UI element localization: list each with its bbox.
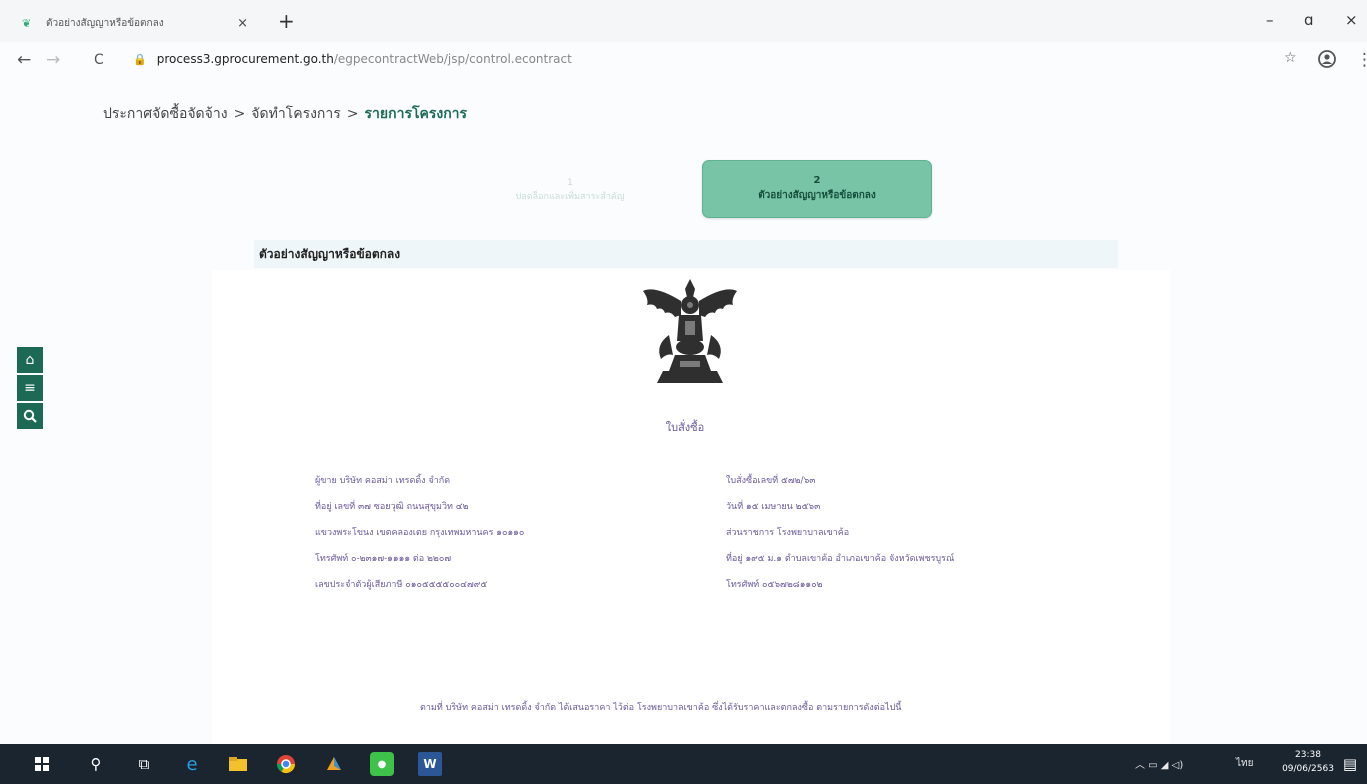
seller-line: เลขประจำตัวผู้เสียภาษี ๐๑๐๕๕๕๕๐๐๔๗๙๕ (315, 580, 488, 590)
breadcrumb-separator: > (233, 106, 246, 122)
file-explorer-icon[interactable] (226, 752, 250, 776)
url-field[interactable]: 🔒 process3.gprocurement.go.th/egpecontra… (133, 52, 572, 66)
forward-button[interactable]: → (46, 50, 60, 70)
breadcrumb-item-announcement[interactable]: ประกาศจัดซื้อจัดจ้าง (103, 106, 228, 122)
app-icon[interactable] (322, 752, 346, 776)
line-app-icon[interactable]: ● (370, 752, 394, 776)
windows-start-icon[interactable] (30, 752, 54, 776)
order-line: ใบสั่งซื้อเลขที่ ๕๗๒/๖๓ (726, 476, 816, 486)
bookmark-star-icon[interactable]: ☆ (1284, 50, 1297, 66)
garuda-emblem-icon (635, 275, 745, 390)
breadcrumb: ประกาศจัดซื้อจัดจ้าง > จัดทำโครงการ > รายการ… (103, 103, 467, 125)
order-line: โทรศัพท์ ๐๕๖๗๒๘๑๑๐๒ (726, 580, 823, 590)
step-2-active[interactable]: 2 ตัวอย่างสัญญาหรือข้อตกลง (702, 160, 932, 218)
seller-line: โทรศัพท์ ๐-๒๓๑๗-๑๑๑๑ ต่อ ๒๒๐๗ (315, 554, 452, 564)
breadcrumb-item-project[interactable]: จัดทำโครงการ (251, 106, 340, 122)
profile-icon[interactable] (1318, 50, 1336, 73)
seller-info: ผู้ขาย บริษัท คอสม่า เทรดดิ้ง จำกัด ที่อ… (315, 468, 524, 598)
seller-line: ผู้ขาย บริษัท คอสม่า เทรดดิ้ง จำกัด (315, 476, 451, 486)
order-line: วันที่ ๑๕ เมษายน ๒๕๖๓ (726, 502, 821, 512)
maximize-button[interactable]: ɑ (1304, 12, 1314, 28)
step-2-label: ตัวอย่างสัญญาหรือข้อตกลง (758, 190, 876, 201)
notification-icon[interactable]: ▤ (1338, 752, 1362, 776)
tray-icons[interactable]: ︿ ▭ ◢ ◁) (1135, 756, 1183, 771)
back-button[interactable]: ← (17, 50, 31, 70)
system-clock[interactable]: 23:38 09/06/2563 (1278, 748, 1338, 776)
minimize-button[interactable]: – (1266, 12, 1274, 28)
step-1-label: ปลดล็อกและเพิ่มสาระสำคัญ (515, 192, 625, 202)
menu-icon[interactable]: ≡ (17, 375, 43, 401)
new-tab-button[interactable]: + (278, 11, 295, 31)
input-language[interactable]: ไทย (1236, 756, 1253, 771)
step-2-number: 2 (813, 175, 821, 186)
step-1-number: 1 (567, 178, 573, 188)
breadcrumb-current: รายการโครงการ (364, 106, 468, 122)
tab-close-icon[interactable]: × (237, 16, 248, 31)
order-info: ใบสั่งซื้อเลขที่ ๕๗๒/๖๓ วันที่ ๑๕ เมษายน… (726, 468, 954, 598)
tab-title: ตัวอย่างสัญญาหรือข้อตกลง (46, 17, 164, 29)
url-path: /egpecontractWeb/jsp/control.econtract (333, 52, 572, 66)
task-view-icon[interactable]: ⧉ (132, 752, 156, 776)
side-button-group: ⌂ ≡ (17, 347, 43, 431)
order-line: ที่อยู่ ๑๙๕ ม.๑ ตำบลเขาค้อ อำเภอเขาค้อ จ… (726, 554, 955, 564)
clock-time: 23:38 (1295, 750, 1321, 760)
edge-icon[interactable]: e (180, 752, 204, 776)
document-footer-text: ตามที่ บริษัท คอสม่า เทรดดิ้ง จำกัด ได้เ… (420, 703, 902, 713)
url-host: process3.gprocurement.go.th (156, 52, 334, 66)
browser-tab[interactable]: ❦ ตัวอย่างสัญญาหรือข้อตกลง × (22, 8, 252, 38)
section-title: ตัวอย่างสัญญาหรือข้อตกลง (259, 247, 401, 261)
reload-button[interactable]: C (94, 50, 104, 70)
chrome-icon[interactable] (274, 752, 298, 776)
word-icon[interactable]: W (418, 752, 442, 776)
seller-line: ที่อยู่ เลขที่ ๓๗ ซอยวุฒิ ถนนสุขุมวิท ๔๒ (315, 502, 469, 512)
step-1[interactable]: 1 ปลดล็อกและเพิ่มสาระสำคัญ (505, 176, 635, 204)
order-line: ส่วนราชการ โรงพยาบาลเขาค้อ (726, 528, 850, 538)
breadcrumb-separator: > (346, 106, 359, 122)
taskbar-search-icon[interactable]: ⚲ (84, 752, 108, 776)
document-title: ใบสั่งซื้อ (665, 421, 705, 434)
lock-icon: 🔒 (133, 52, 147, 66)
close-window-button[interactable]: × (1345, 12, 1358, 28)
search-icon[interactable] (17, 403, 43, 429)
tab-favicon-icon: ❦ (22, 17, 32, 30)
clock-date: 09/06/2563 (1282, 764, 1334, 774)
browser-menu-icon[interactable]: ⋮ (1356, 50, 1367, 70)
home-icon[interactable]: ⌂ (17, 347, 43, 373)
seller-line: แขวงพระโขนง เขตคลองเตย กรุงเทพมหานคร ๑๐๑… (315, 528, 525, 538)
